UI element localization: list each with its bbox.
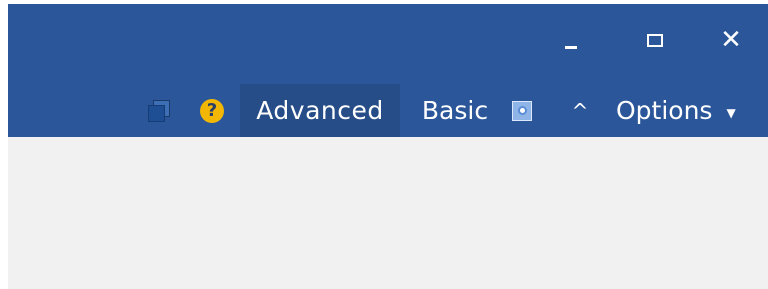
close-icon: ✕ — [720, 25, 742, 55]
chevron-up-icon: ^ — [571, 98, 589, 123]
restore-windows-icon — [148, 99, 170, 122]
help-button[interactable]: ? — [196, 84, 228, 137]
options-label: Options — [616, 96, 713, 125]
title-bar: ✕ ? Advanced Basic ^ Options ▼ — [8, 4, 768, 137]
tab-advanced-label: Advanced — [256, 96, 384, 125]
app-window: ✕ ? Advanced Basic ^ Options ▼ — [8, 4, 768, 289]
restore-windows-button[interactable] — [142, 84, 176, 137]
settings-button[interactable] — [508, 84, 536, 137]
collapse-ribbon-button[interactable]: ^ — [560, 84, 600, 137]
maximize-button[interactable] — [630, 18, 680, 62]
close-button[interactable]: ✕ — [706, 18, 756, 62]
minimize-button[interactable] — [546, 18, 596, 62]
help-icon: ? — [200, 98, 224, 123]
chevron-down-icon: ▼ — [726, 105, 736, 120]
tab-basic-label: Basic — [421, 96, 489, 125]
maximize-icon — [647, 33, 663, 47]
tab-advanced[interactable]: Advanced — [240, 84, 400, 137]
settings-icon — [512, 100, 532, 121]
content-area — [8, 137, 768, 289]
minimize-icon — [565, 45, 577, 49]
ribbon-toolbar: ? Advanced Basic ^ Options ▼ — [8, 84, 768, 137]
options-dropdown[interactable]: Options ▼ — [616, 84, 768, 137]
tab-basic[interactable]: Basic — [414, 84, 496, 137]
